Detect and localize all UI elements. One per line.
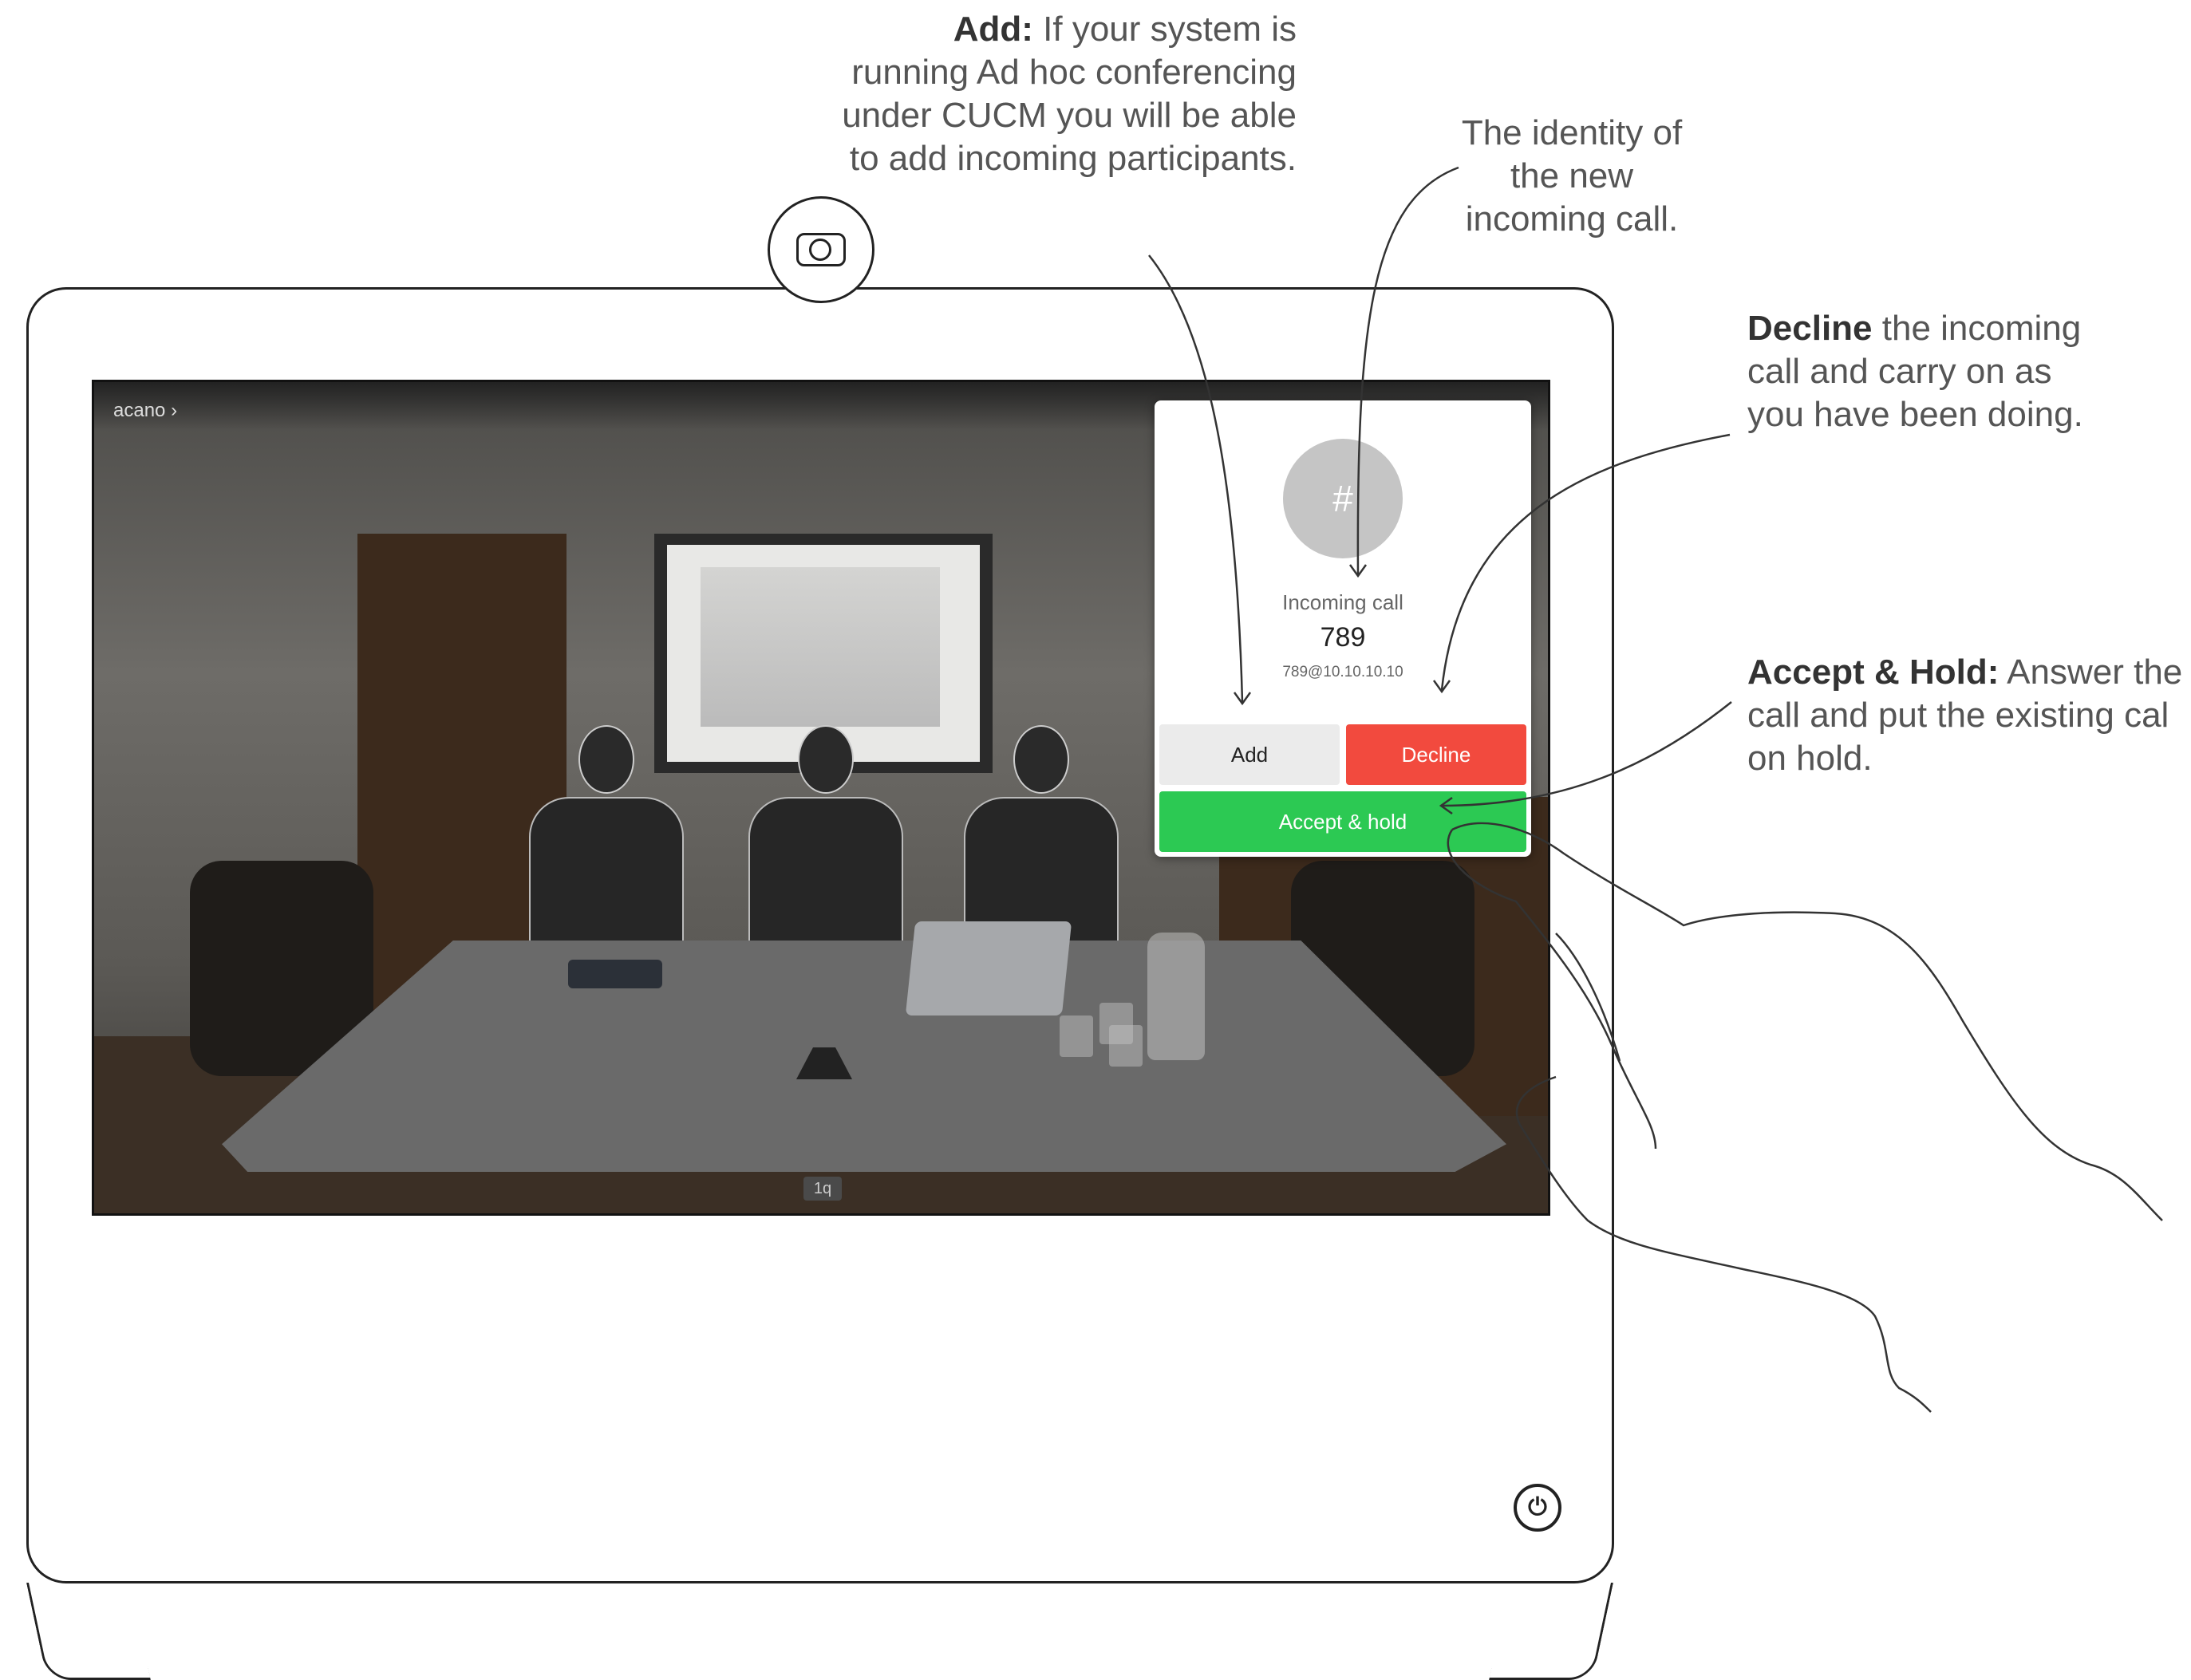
water-glass [1109,1025,1143,1067]
callout-add-text: If your system is running Ad hoc confere… [842,10,1297,178]
callout-accept-heading: Accept & Hold: [1747,653,2000,692]
table-touch-panel [568,960,662,988]
water-glass [1060,1015,1093,1057]
caller-number: 789 [1320,622,1366,653]
device-foot-right [1489,1583,1613,1680]
incoming-call-card: # Incoming call 789 789@10.10.10.10 Add … [1155,400,1531,857]
callout-accept-hold: Accept & Hold: Answer the call and put t… [1747,651,2191,780]
add-button[interactable]: Add [1159,724,1340,785]
callout-decline-heading: Decline [1747,309,1873,348]
callout-accept-text-1: Answer the [2007,653,2183,692]
participant-2 [748,725,903,968]
accept-hold-button[interactable]: Accept & hold [1159,791,1526,852]
room-name: acano [113,400,166,421]
wall-picture-art [701,567,940,727]
water-bottle [1147,933,1205,1060]
callout-decline: Decline the incoming call and carry on a… [1747,307,2098,436]
room-name-label[interactable]: acano › [113,400,177,422]
participant-1 [529,725,684,968]
power-icon[interactable]: ⏻ [1514,1484,1561,1532]
laptop [905,921,1072,1015]
callout-accept-text-2: call and put the existing cal [1747,696,2169,735]
callout-accept-text-3: on hold. [1747,739,1873,778]
callout-add: Add: If your system is running Ad hoc co… [830,8,1297,180]
camera-icon [768,196,874,303]
caller-uri: 789@10.10.10.10 [1282,664,1403,680]
incoming-call-label: Incoming call [1282,590,1403,614]
caller-avatar: # [1283,439,1403,558]
decline-button[interactable]: Decline [1346,724,1526,785]
page-indicator: 1q [803,1177,842,1201]
chevron-right-icon: › [171,400,178,421]
callout-add-heading: Add: [953,10,1033,49]
conference-table [222,941,1506,1172]
device-foot-left [26,1583,151,1680]
callout-identity: The identity of the new incoming call. [1461,113,1683,239]
